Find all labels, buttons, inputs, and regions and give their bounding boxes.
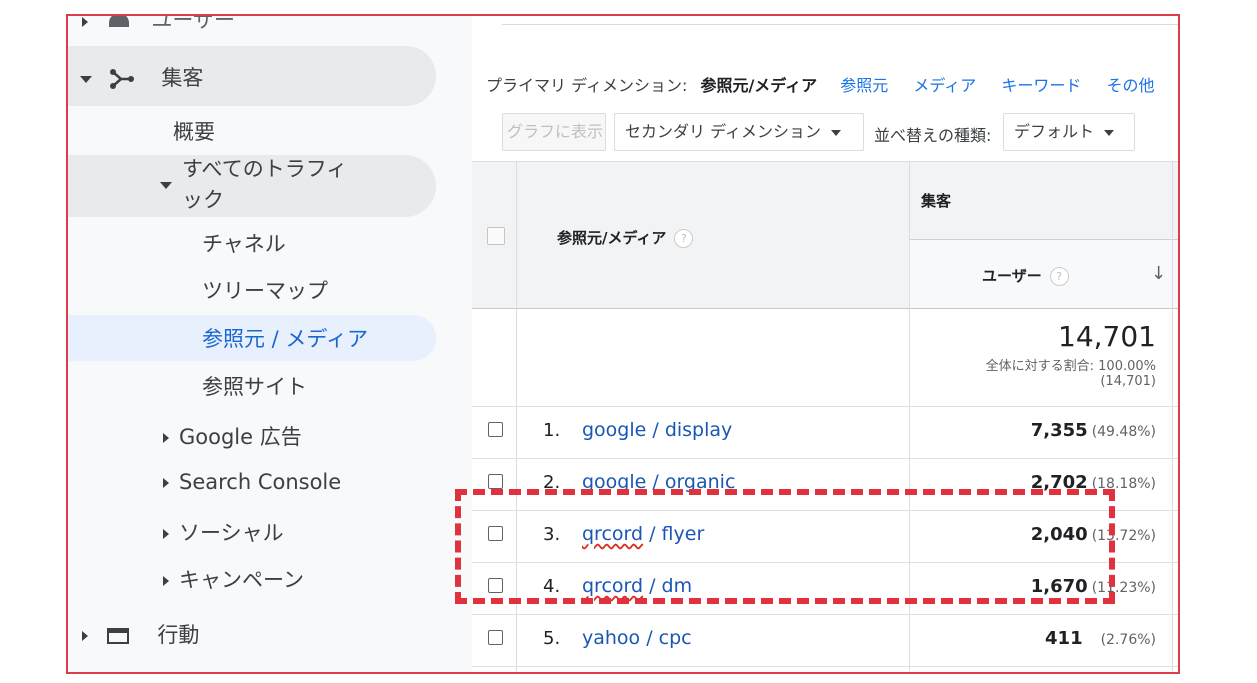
table-header: 参照元/メディア? 集客 ユーザー? ↓ — [472, 161, 1178, 309]
table-row: 5. yahoo / cpc 411 (2.76%) — [472, 614, 1178, 666]
row-rank: 5. — [543, 628, 561, 649]
person-icon — [108, 16, 129, 27]
column-header-users[interactable]: ユーザー? — [982, 265, 1069, 286]
behavior-icon — [106, 628, 129, 644]
table-row: 1. google / display 7,355 (49.48%) — [472, 406, 1178, 458]
sidebar-item-audience[interactable]: ユーザー — [82, 16, 235, 34]
sort-type-dropdown[interactable]: デフォルト — [1003, 113, 1135, 151]
expand-arrow-icon — [163, 433, 169, 443]
chevron-down-icon — [830, 129, 841, 136]
divider — [472, 666, 1178, 667]
sidebar-item-google-ads[interactable]: Google 広告 — [163, 421, 302, 451]
sidebar: ユーザー 集客 概要 すべてのトラフィ ック チャネル ツリーマップ 参照元 /… — [68, 16, 472, 672]
dimension-option-other[interactable]: その他 — [1106, 76, 1154, 95]
sort-desc-arrow-icon[interactable]: ↓ — [1151, 263, 1166, 284]
highlight-annotation-box — [455, 489, 1115, 604]
sidebar-item-overview[interactable]: 概要 — [173, 116, 215, 146]
dimension-current: 参照元/メディア — [700, 76, 818, 95]
sidebar-item-acquisition[interactable]: 集客 — [80, 62, 203, 92]
dimension-option-source[interactable]: 参照元 — [840, 76, 888, 95]
expand-arrow-icon — [163, 529, 169, 539]
sidebar-item-source-medium[interactable]: 参照元 / メディア — [202, 323, 368, 353]
column-header-source-medium[interactable]: 参照元/メディア? — [557, 227, 694, 248]
row-rank: 1. — [543, 420, 561, 441]
help-icon[interactable]: ? — [1049, 267, 1069, 286]
sort-type-label: 並べ替えの種類: — [874, 126, 992, 145]
collapse-arrow-icon — [160, 182, 172, 189]
collapse-arrow-icon — [80, 75, 92, 83]
expand-arrow-icon — [163, 576, 169, 586]
column-group-acquisition: 集客 — [921, 192, 952, 210]
row-checkbox[interactable] — [488, 422, 503, 437]
sidebar-item-all-traffic[interactable]: すべてのトラフィ ック — [160, 154, 347, 216]
users-cell: 7,355 (49.48%) — [1030, 420, 1156, 441]
dimension-option-medium[interactable]: メディア — [913, 76, 976, 95]
expand-arrow-icon — [82, 631, 88, 641]
select-all-checkbox[interactable] — [487, 227, 505, 245]
sidebar-item-treemap[interactable]: ツリーマップ — [202, 275, 328, 305]
sidebar-item-referrals[interactable]: 参照サイト — [202, 371, 307, 401]
secondary-dimension-dropdown[interactable]: セカンダリ ディメンション — [614, 113, 864, 151]
sidebar-item-channels[interactable]: チャネル — [202, 228, 286, 258]
total-users-value: 14,701 — [1058, 320, 1156, 353]
users-cell: 411 (2.76%) — [1045, 628, 1156, 649]
graph-button[interactable]: グラフに表示 — [502, 113, 606, 151]
total-percent-label: 全体に対する割合: 100.00% — [985, 359, 1156, 374]
divider — [502, 24, 1178, 25]
expand-arrow-icon — [82, 17, 88, 27]
sidebar-item-behavior[interactable]: 行動 — [82, 619, 199, 649]
row-checkbox[interactable] — [488, 630, 503, 645]
dimension-option-keyword[interactable]: キーワード — [1001, 76, 1081, 95]
source-medium-link[interactable]: google / display — [582, 419, 732, 441]
source-medium-link[interactable]: yahoo / cpc — [582, 627, 692, 649]
help-icon[interactable]: ? — [674, 229, 694, 248]
acquisition-icon — [109, 69, 134, 89]
total-paren-value: (14,701) — [1100, 374, 1156, 389]
expand-arrow-icon — [163, 478, 169, 488]
sidebar-item-search-console[interactable]: Search Console — [163, 470, 341, 494]
primary-dimension-bar: プライマリ ディメンション: 参照元/メディア 参照元 メディア キーワード そ… — [486, 76, 1155, 95]
sidebar-item-social[interactable]: ソーシャル — [163, 517, 284, 547]
sidebar-item-campaigns[interactable]: キャンペーン — [163, 564, 304, 594]
chevron-down-icon — [1104, 129, 1115, 136]
row-checkbox[interactable] — [488, 474, 503, 489]
table-total-row: 14,701 全体に対する割合: 100.00% (14,701) — [472, 308, 1178, 406]
